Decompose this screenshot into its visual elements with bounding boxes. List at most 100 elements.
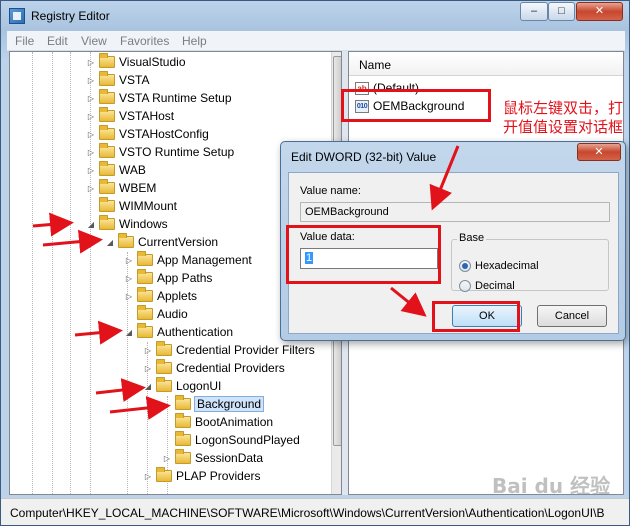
folder-icon — [99, 53, 115, 68]
expand-arrow-icon[interactable]: ▷ — [86, 112, 96, 121]
folder-icon — [156, 359, 172, 374]
dialog-title: Edit DWORD (32-bit) Value — [291, 150, 437, 164]
folder-icon — [99, 107, 115, 122]
minimize-button[interactable]: – — [520, 2, 548, 21]
tree-item-label: WBEM — [119, 181, 157, 195]
highlight-box-oembackground — [341, 89, 491, 122]
tree-item[interactable]: WIMMount — [86, 197, 177, 215]
collapse-arrow-icon[interactable]: ◢ — [143, 382, 153, 391]
radio-unselected-icon — [459, 280, 471, 292]
tree-item[interactable]: ◢ Authentication — [124, 323, 233, 341]
tree-item-label: VSTO Runtime Setup — [119, 145, 235, 159]
expand-arrow-icon[interactable]: ▷ — [124, 256, 134, 265]
tree-item[interactable]: ▷ WBEM — [86, 179, 156, 197]
tree-item-label: Authentication — [157, 325, 234, 339]
tree-item-label: Windows — [119, 217, 168, 231]
expand-arrow-icon[interactable]: ▷ — [162, 454, 172, 463]
tree-guide-line — [52, 52, 53, 494]
expand-arrow-icon[interactable]: ▷ — [86, 148, 96, 157]
dialog-close-button[interactable]: ✕ — [577, 143, 621, 161]
menu-edit[interactable]: Edit — [47, 34, 68, 48]
tree-item-label: CurrentVersion — [138, 235, 219, 249]
expand-arrow-icon[interactable]: ▷ — [86, 130, 96, 139]
tree-item[interactable]: Audio — [124, 305, 188, 323]
folder-icon — [99, 161, 115, 176]
radio-decimal[interactable]: Decimal — [459, 280, 515, 292]
expand-arrow-icon[interactable]: ▷ — [86, 94, 96, 103]
tree-item[interactable]: ◢ LogonUI — [143, 377, 221, 395]
tree-item-label: BootAnimation — [195, 415, 274, 429]
folder-icon — [137, 251, 153, 266]
menu-favorites[interactable]: Favorites — [120, 34, 169, 48]
tree-item[interactable]: ▷ PLAP Providers — [143, 467, 261, 485]
tree-item-label: VSTAHost — [119, 109, 175, 123]
tree-item[interactable]: ▷ Credential Providers — [143, 359, 285, 377]
tree-item-label: Credential Provider Filters — [176, 343, 315, 357]
tree-item[interactable]: ▷ VSTO Runtime Setup — [86, 143, 234, 161]
folder-icon — [175, 413, 191, 428]
close-button[interactable]: ✕ — [576, 2, 623, 21]
maximize-button[interactable]: □ — [548, 2, 575, 21]
radio-selected-icon — [459, 260, 471, 272]
expand-arrow-icon[interactable]: ▷ — [143, 472, 153, 481]
expand-arrow-icon[interactable]: ▷ — [124, 292, 134, 301]
tree-item[interactable]: ▷ VSTAHost — [86, 107, 174, 125]
tree-item[interactable]: BootAnimation — [162, 413, 273, 431]
tree-item[interactable]: ▷ App Management — [124, 251, 252, 269]
expand-arrow-icon[interactable]: ▷ — [143, 364, 153, 373]
tree-item[interactable]: ▷ VSTAHostConfig — [86, 125, 209, 143]
collapse-arrow-icon[interactable]: ◢ — [105, 238, 115, 247]
folder-icon — [99, 179, 115, 194]
annotation-text: 鼠标左键双击，打开值值设置对话框 — [503, 99, 624, 136]
tree-item[interactable]: ▷ VSTA — [86, 71, 149, 89]
tree-item-label: LogonUI — [176, 379, 222, 393]
folder-icon — [99, 71, 115, 86]
tree-item-label: Applets — [157, 289, 198, 303]
tree-item[interactable]: ▷ VSTA Runtime Setup — [86, 89, 232, 107]
expand-arrow-icon[interactable]: ▷ — [86, 76, 96, 85]
collapse-arrow-icon[interactable]: ◢ — [86, 220, 96, 229]
value-name-label: Value name: — [300, 185, 361, 197]
tree-item-label: Audio — [157, 307, 188, 321]
registry-app-icon — [9, 8, 25, 24]
column-header-name[interactable]: Name — [359, 58, 391, 72]
base-label: Base — [457, 232, 487, 244]
folder-icon — [137, 305, 153, 320]
tree-item-label: VSTAHostConfig — [119, 127, 209, 141]
expand-arrow-icon[interactable]: ▷ — [143, 346, 153, 355]
folder-icon — [99, 125, 115, 140]
tree-item-label: App Paths — [157, 271, 213, 285]
tree-item[interactable]: ▷ VisualStudio — [86, 53, 186, 71]
expand-arrow-icon[interactable]: ▷ — [86, 184, 96, 193]
collapse-arrow-icon[interactable]: ◢ — [124, 328, 134, 337]
highlight-box-value-data — [286, 225, 441, 284]
tree-item[interactable]: ▷ SessionData — [162, 449, 263, 467]
tree-item[interactable]: ◢ Windows — [86, 215, 168, 233]
tree-item[interactable]: LogonSoundPlayed — [162, 431, 300, 449]
tree-item-label: VisualStudio — [119, 55, 186, 69]
tree-item[interactable]: ◢ CurrentVersion — [105, 233, 218, 251]
radio-hexadecimal-label: Hexadecimal — [475, 260, 539, 272]
folder-icon — [137, 287, 153, 302]
expand-arrow-icon[interactable]: ▷ — [86, 166, 96, 175]
tree-item[interactable]: Background — [162, 395, 265, 413]
menu-view[interactable]: View — [81, 34, 107, 48]
tree-item[interactable]: ▷ WAB — [86, 161, 146, 179]
tree-guide-line — [70, 52, 71, 494]
tree-item-label: SessionData — [195, 451, 264, 465]
expand-arrow-icon[interactable]: ▷ — [124, 274, 134, 283]
tree-item[interactable]: ▷ App Paths — [124, 269, 212, 287]
menu-file[interactable]: File — [15, 34, 34, 48]
folder-icon — [175, 449, 191, 464]
menu-help[interactable]: Help — [182, 34, 207, 48]
highlight-box-ok — [432, 301, 520, 332]
window-title: Registry Editor — [31, 9, 110, 23]
tree-item[interactable]: ▷ Credential Provider Filters — [143, 341, 315, 359]
tree-item[interactable]: ▷ Applets — [124, 287, 197, 305]
cancel-button[interactable]: Cancel — [537, 305, 607, 327]
radio-hexadecimal[interactable]: Hexadecimal — [459, 260, 539, 272]
folder-icon — [175, 395, 191, 410]
tree-item-label: Credential Providers — [176, 361, 285, 375]
tree-item-label: App Management — [157, 253, 252, 267]
expand-arrow-icon[interactable]: ▷ — [86, 58, 96, 67]
